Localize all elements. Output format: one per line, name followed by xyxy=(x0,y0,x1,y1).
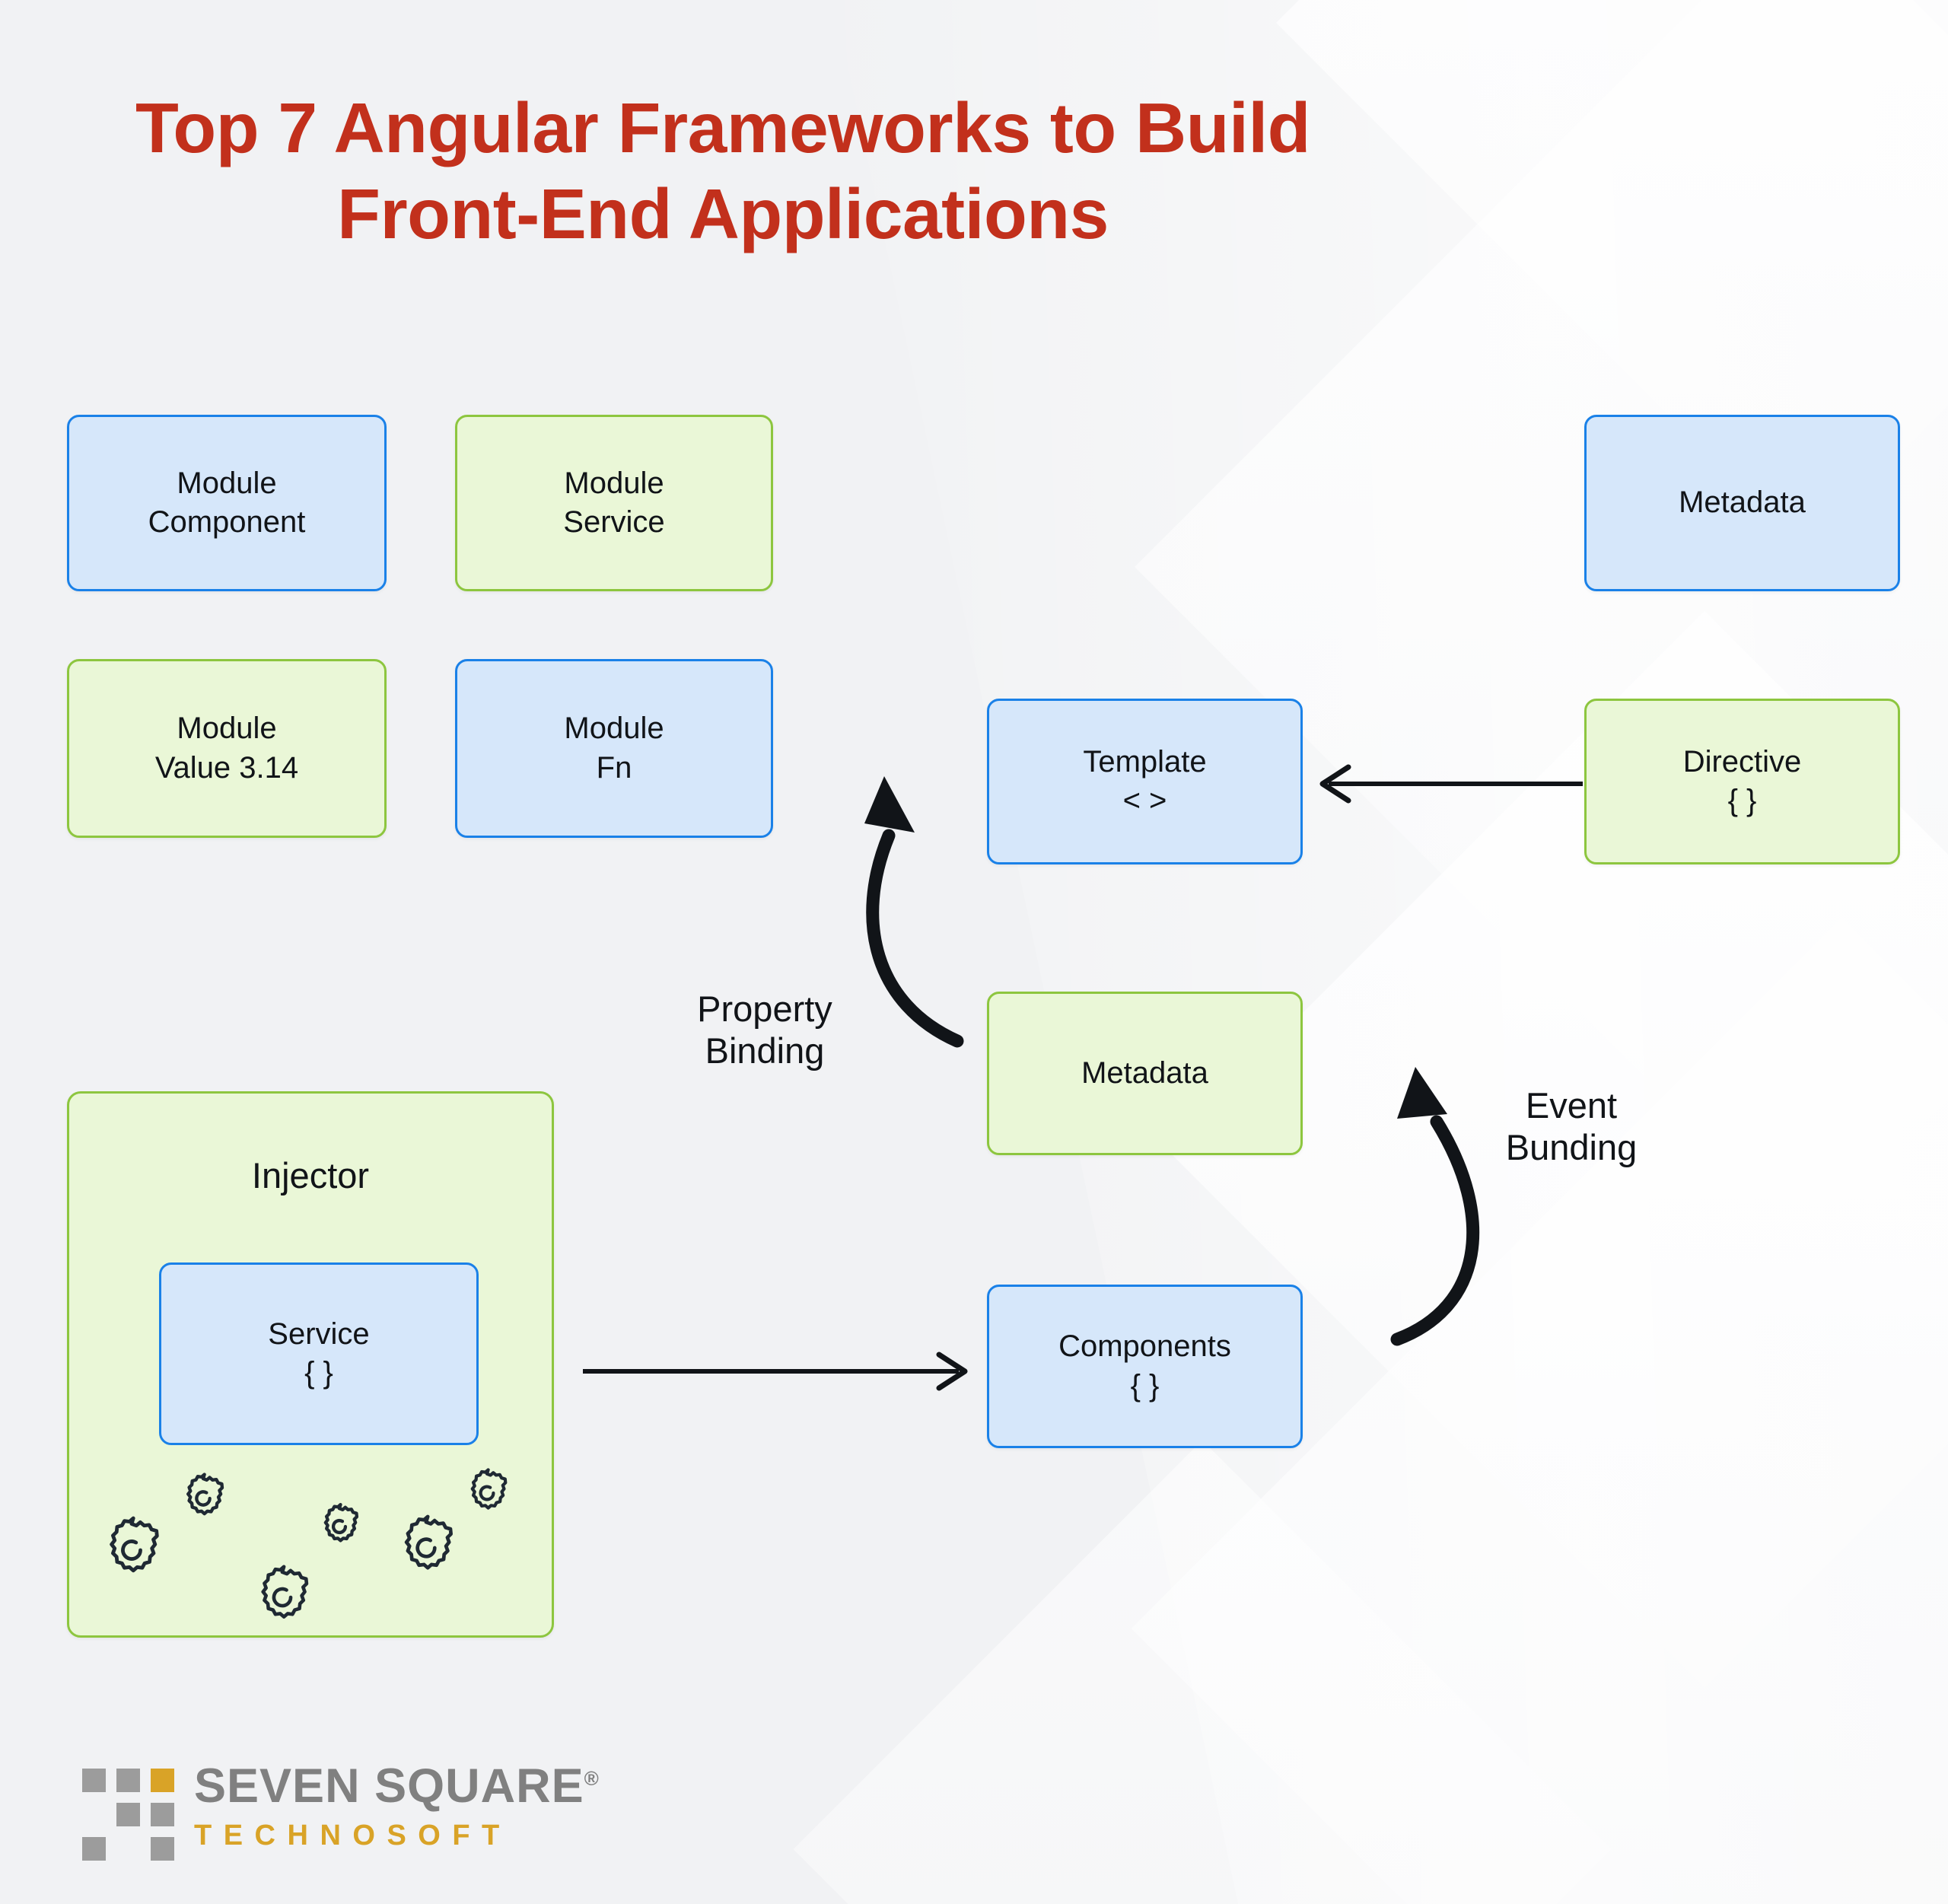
node-module-value-line1: Module xyxy=(177,712,277,746)
arrow-directive-to-template xyxy=(1319,764,1583,804)
label-property-binding-line1: Property xyxy=(697,989,832,1029)
node-metadata-center-line1: Metadata xyxy=(1081,1055,1208,1090)
node-injector-label: Injector xyxy=(251,1155,370,1196)
logo-text: SEVEN SQUARE® TECHNOSOFT xyxy=(194,1762,600,1851)
gear-icon xyxy=(390,1512,462,1584)
page-title: Top 7 Angular Frameworks to Build Front-… xyxy=(0,85,1446,258)
gear-icon xyxy=(247,1562,317,1632)
label-property-binding: Property Binding xyxy=(639,988,890,1072)
node-module-component[interactable]: Module Component xyxy=(67,415,387,591)
brand-logo[interactable]: SEVEN SQUARE® TECHNOSOFT xyxy=(82,1762,600,1861)
node-module-fn[interactable]: Module Fn xyxy=(455,659,773,838)
logo-mark-icon xyxy=(82,1769,174,1861)
label-event-bunding-line1: Event xyxy=(1525,1085,1618,1126)
node-module-value[interactable]: Module Value 3.14 xyxy=(67,659,387,838)
node-injector[interactable]: Injector Service { } xyxy=(67,1091,554,1638)
label-event-bunding-line2: Bunding xyxy=(1505,1127,1638,1168)
node-module-service[interactable]: Module Service xyxy=(455,415,773,591)
node-module-component-line1: Module xyxy=(177,466,277,500)
background-sheen xyxy=(789,0,1948,1904)
node-components-line1: Components xyxy=(1058,1329,1231,1364)
node-service-line1: Service xyxy=(268,1317,370,1351)
title-line-1: Top 7 Angular Frameworks to Build xyxy=(135,88,1310,167)
node-metadata-right-line1: Metadata xyxy=(1679,486,1806,520)
logo-tagline: TECHNOSOFT xyxy=(194,1820,511,1851)
arrow-injector-to-components xyxy=(583,1352,968,1391)
node-module-fn-line2: Fn xyxy=(596,750,632,785)
node-service-line2: { } xyxy=(304,1356,333,1390)
logo-company-name-text: SEVEN SQUARE xyxy=(194,1759,584,1813)
node-module-fn-line1: Module xyxy=(564,712,664,746)
gear-icon xyxy=(460,1466,514,1520)
node-template-line1: Template xyxy=(1083,744,1207,778)
node-components[interactable]: Components { } xyxy=(987,1285,1303,1448)
logo-company-name: SEVEN SQUARE® xyxy=(194,1762,600,1810)
node-metadata-right[interactable]: Metadata xyxy=(1584,415,1900,591)
label-event-bunding: Event Bunding xyxy=(1446,1084,1697,1169)
gear-icon xyxy=(314,1501,364,1552)
node-module-value-line2: Value 3.14 xyxy=(154,750,299,785)
node-directive-line1: Directive xyxy=(1682,744,1802,778)
node-metadata-center[interactable]: Metadata xyxy=(987,992,1303,1155)
registered-mark-icon: ® xyxy=(584,1767,600,1790)
background-diamond xyxy=(793,1440,1612,1904)
node-module-service-line2: Service xyxy=(563,505,665,539)
node-module-component-line2: Component xyxy=(148,505,306,539)
node-template-line2: < > xyxy=(1122,784,1167,817)
node-service[interactable]: Service { } xyxy=(159,1262,479,1445)
node-directive[interactable]: Directive { } xyxy=(1584,699,1900,864)
gear-icon xyxy=(95,1514,168,1587)
title-line-2: Front-End Applications xyxy=(337,174,1109,254)
infographic-canvas: Top 7 Angular Frameworks to Build Front-… xyxy=(0,0,1948,1904)
node-template[interactable]: Template < > xyxy=(987,699,1303,864)
node-module-service-line1: Module xyxy=(564,466,664,500)
node-directive-line2: { } xyxy=(1727,784,1757,817)
gear-icon xyxy=(176,1471,231,1526)
label-property-binding-line2: Binding xyxy=(705,1030,825,1071)
gears-cluster xyxy=(69,1468,552,1625)
node-components-line2: { } xyxy=(1130,1368,1160,1403)
